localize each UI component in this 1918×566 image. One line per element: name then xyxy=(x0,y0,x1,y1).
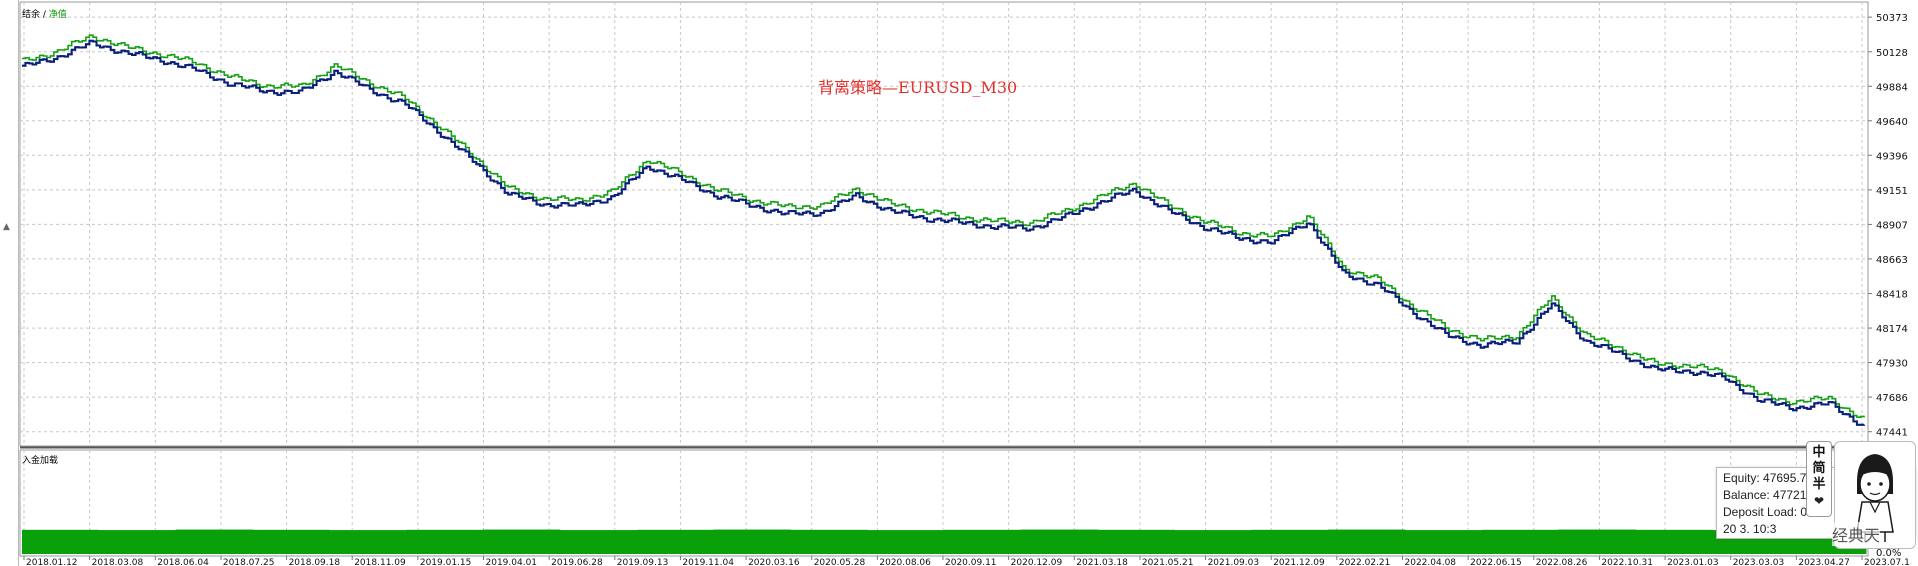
deposit-load-bar xyxy=(1251,529,1329,554)
deposit-load-bar xyxy=(329,530,407,554)
y-tick-label: 47441 xyxy=(1876,428,1908,439)
deposit-load-bar xyxy=(559,530,638,554)
x-tick-label: 2020.05.28 xyxy=(814,558,866,566)
logo-char-3: 半 xyxy=(1812,477,1826,492)
deposit-load-bar xyxy=(175,529,253,554)
deposit-load-bar xyxy=(636,529,714,554)
x-tick-label: 2019.09.13 xyxy=(617,558,669,566)
x-tick-label: 2021.03.18 xyxy=(1076,558,1128,566)
deposit-load-bar xyxy=(1481,529,1560,554)
deposit-load-bar xyxy=(1405,530,1483,554)
x-tick-label: 2023.01.03 xyxy=(1667,558,1719,566)
deposit-load-bar xyxy=(790,529,868,554)
x-tick-label: 2021.05.21 xyxy=(1142,558,1194,566)
y-tick-label: 49884 xyxy=(1876,82,1908,93)
x-tick-label: 2018.11.09 xyxy=(354,558,406,566)
deposit-load-bar xyxy=(406,529,484,554)
deposit-load-bar xyxy=(252,529,330,554)
deposit-load-bar xyxy=(1097,529,1175,554)
equity-label: 净值 xyxy=(48,10,67,20)
y-tick-label: 50373 xyxy=(1876,13,1908,24)
bottom-pane-label: 入金加载 xyxy=(22,456,59,466)
x-tick-label: 2023.03.03 xyxy=(1733,558,1785,566)
x-tick-label: 2019.06.28 xyxy=(551,558,603,566)
x-tick-label: 2023.04.27 xyxy=(1798,558,1850,566)
heart-icon: ❤ xyxy=(1813,494,1825,508)
x-tick-label: 2021.12.09 xyxy=(1273,558,1325,566)
x-tick-label: 2019.11.04 xyxy=(682,558,734,566)
strategy-tester-chart: ▲ 50373 50128 49884 49640 49396 49151 48907 486… xyxy=(0,0,1918,566)
x-tick-label: 2020.03.16 xyxy=(748,558,800,566)
top-pane-label: 结余 / 净值 xyxy=(22,7,67,20)
deposit-load-bar xyxy=(1558,529,1636,554)
y-tick-label: 50128 xyxy=(1876,48,1908,59)
deposit-load-bar xyxy=(944,529,1022,554)
x-tick-label: 2022.06.15 xyxy=(1470,558,1522,566)
x-tick-label: 2020.12.09 xyxy=(1011,558,1063,566)
deposit-load-bar xyxy=(1635,529,1713,554)
y-tick-label: 49640 xyxy=(1876,117,1908,128)
x-tick-label: 2020.09.11 xyxy=(945,558,997,566)
deposit-load-bar xyxy=(22,529,100,554)
y-tick-label: 47930 xyxy=(1876,359,1908,370)
logo-char-2: 简 xyxy=(1812,461,1826,476)
y-tick-label: 49396 xyxy=(1876,151,1908,162)
x-tick-label: 2018.09.18 xyxy=(289,558,341,566)
balance-label: 结余 xyxy=(22,10,41,20)
deposit-load-bar xyxy=(713,529,791,554)
x-tick-label: 2018.03.08 xyxy=(92,558,144,566)
y-tick-label: 48663 xyxy=(1876,255,1908,266)
deposit-load-bar xyxy=(483,529,561,554)
y-tick-label: 48174 xyxy=(1876,324,1908,335)
x-tick-label: 2020.08.06 xyxy=(879,558,931,566)
x-tick-label: 2022.04.08 xyxy=(1405,558,1457,566)
y-tick-label: 48907 xyxy=(1876,220,1908,231)
deposit-load-bar xyxy=(1174,530,1252,554)
deposit-load-bar xyxy=(867,530,945,554)
y-tick-label: 48418 xyxy=(1876,290,1908,301)
y-tick-label: 47686 xyxy=(1876,393,1908,404)
watermark-footer: 经典天 xyxy=(1832,522,1881,546)
deposit-load-bar xyxy=(1020,529,1099,554)
deposit-load-bar xyxy=(1328,529,1406,554)
x-tick-label: 2019.01.15 xyxy=(420,558,472,566)
chart-title: 背离策略—EURUSD_M30 xyxy=(818,78,1018,97)
watermark-logo: 中 简 半 ❤ xyxy=(1806,441,1832,517)
x-tick-label: 2019.04.01 xyxy=(486,558,538,566)
x-tick-label: 2022.02.21 xyxy=(1339,558,1391,566)
label-separator: / xyxy=(40,10,49,20)
x-tick-label: 2018.06.04 xyxy=(157,558,209,566)
x-tick-label: 2022.10.31 xyxy=(1601,558,1653,566)
deposit-load-bar xyxy=(98,530,177,554)
y-tick-label: 49151 xyxy=(1876,186,1908,197)
x-tick-label: 2021.09.03 xyxy=(1208,558,1260,566)
x-tick-label: 2018.01.12 xyxy=(26,558,78,566)
x-tick-label: 2018.07.25 xyxy=(223,558,275,566)
logo-char-1: 中 xyxy=(1812,445,1826,460)
x-tick-label: 2022.08.26 xyxy=(1536,558,1588,566)
x-tick-label: 2023.07.1 xyxy=(1864,558,1910,566)
